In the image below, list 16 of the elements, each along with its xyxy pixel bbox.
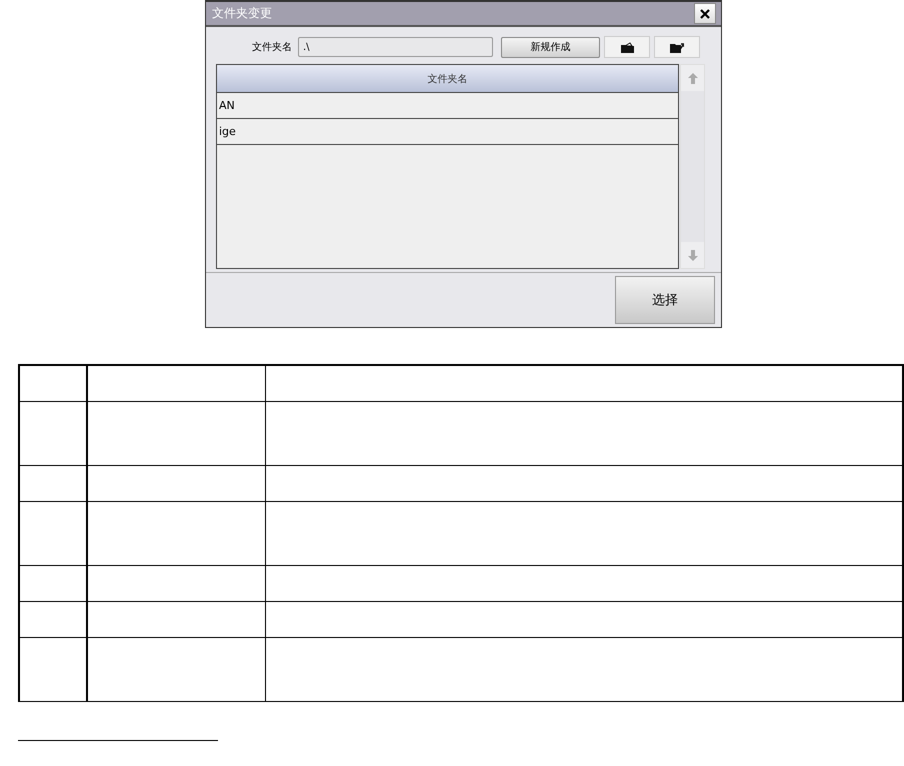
folder-icon: [620, 42, 634, 53]
folder-up-button[interactable]: [654, 36, 700, 58]
folder-name-field[interactable]: .\: [298, 37, 493, 58]
folder-row[interactable]: AN: [217, 93, 678, 120]
column-header: 文件夹名: [217, 65, 678, 94]
close-icon: [700, 8, 710, 19]
close-button[interactable]: [694, 3, 716, 24]
folder-row[interactable]: ige: [217, 119, 678, 146]
open-folder-button[interactable]: [604, 36, 650, 58]
folder-arrow-icon: [670, 42, 684, 53]
down-arrow-icon: [688, 250, 698, 261]
field-label: 文件夹名: [251, 40, 292, 54]
window-title: 文件夹变更: [212, 5, 272, 22]
select-button[interactable]: 选择: [615, 276, 715, 324]
up-arrow-icon: [688, 72, 698, 84]
new-folder-button[interactable]: 新规作成: [501, 36, 600, 58]
